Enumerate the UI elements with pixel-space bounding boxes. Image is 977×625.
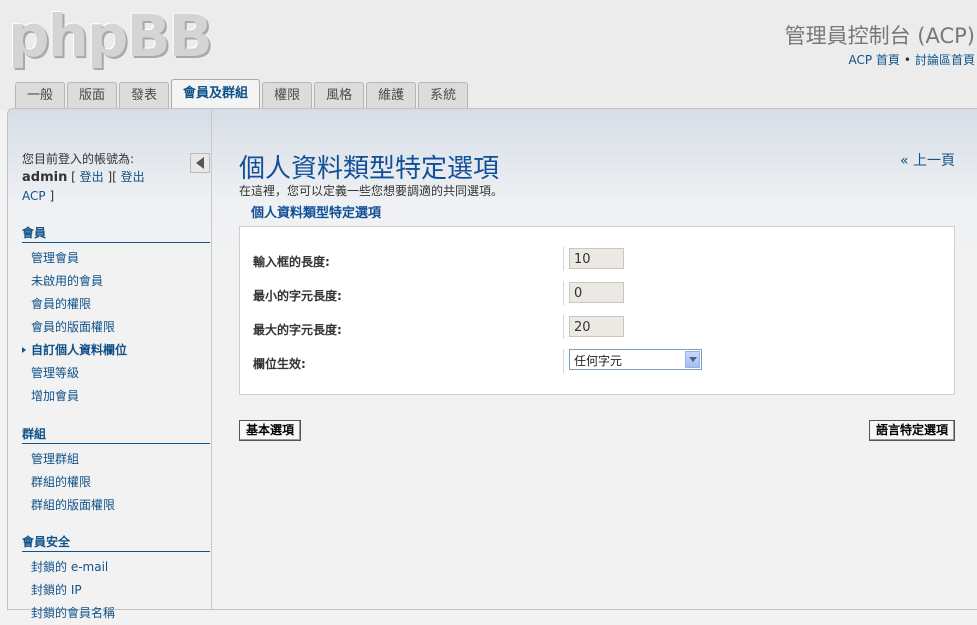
field-row-min-length: 最小的字元長度: 0: [240, 278, 954, 312]
sidebar-item-ban-usernames[interactable]: 封鎖的會員名稱: [22, 602, 210, 625]
max-length-field[interactable]: 20: [569, 316, 624, 337]
page-title: 個人資料類型特定選項: [239, 154, 500, 184]
tab-users-groups[interactable]: 會員及群組: [171, 79, 261, 108]
tab-general[interactable]: 一般: [15, 82, 66, 108]
chevron-down-icon: [688, 357, 697, 362]
sidebar-item-group-permissions[interactable]: 群組的權限: [22, 471, 210, 494]
tab-maintenance[interactable]: 維護: [366, 82, 417, 108]
field-row-input-length: 輸入框的長度: 10: [240, 244, 954, 278]
sidebar-item-user-permissions[interactable]: 會員的權限: [22, 293, 210, 316]
phpbb-logo[interactable]: phpBB: [8, 2, 213, 70]
select-dropdown-arrow[interactable]: [685, 351, 700, 368]
login-prefix: 您目前登入的帳號為:: [22, 152, 135, 166]
row-divider: [563, 281, 564, 305]
top-links: ACP 首頁 • 討論區首頁: [848, 51, 975, 68]
forum-home-link[interactable]: 討論區首頁: [915, 53, 975, 67]
sidebar-item-manage-ranks[interactable]: 管理等級: [22, 362, 210, 385]
input-length-field[interactable]: 10: [569, 248, 624, 269]
sidebar-item-custom-profile-fields[interactable]: 自訂個人資料欄位: [22, 339, 210, 362]
field-label: 輸入框的長度:: [253, 255, 330, 269]
sidebar-item-user-forum-permissions[interactable]: 會員的版面權限: [22, 316, 210, 339]
validation-select[interactable]: 任何字元: [569, 349, 702, 370]
sidebar-item-manage-users[interactable]: 管理會員: [22, 247, 210, 270]
min-length-field[interactable]: 0: [569, 282, 624, 303]
tab-system[interactable]: 系統: [418, 82, 469, 108]
username: admin: [22, 170, 68, 185]
tab-posting[interactable]: 發表: [119, 82, 170, 108]
tab-forums[interactable]: 版面: [67, 82, 118, 108]
menu-group-groups: 群組 管理群組 群組的權限 群組的版面權限: [22, 425, 210, 517]
acp-title: 管理員控制台 (ACP): [784, 24, 975, 48]
field-row-max-length: 最大的字元長度: 20: [240, 312, 954, 346]
menu-head-user-security: 會員安全: [22, 533, 210, 552]
sidebar: 您目前登入的帳號為: admin [ 登出 ][ 登出 ACP ] 會員 管理會…: [8, 109, 212, 620]
acp-home-link[interactable]: ACP 首頁: [848, 53, 899, 67]
sidebar-item-add-user[interactable]: 增加會員: [22, 385, 210, 408]
sidebar-item-ban-emails[interactable]: 封鎖的 e-mail: [22, 556, 210, 579]
main-tabs: 一般 版面 發表 會員及群組 權限 風格 維護 系統: [15, 79, 470, 108]
fieldset-legend: 個人資料類型特定選項: [243, 202, 390, 221]
header: phpBB 管理員控制台 (ACP) ACP 首頁 • 討論區首頁 一般 版面 發表…: [0, 0, 977, 110]
sidebar-item-ban-ips[interactable]: 封鎖的 IP: [22, 579, 210, 602]
menu-head-groups: 群組: [22, 425, 210, 444]
back-link[interactable]: « 上一頁: [900, 150, 955, 170]
tab-styles[interactable]: 風格: [314, 82, 365, 108]
menu-group-user-security: 會員安全 封鎖的 e-mail 封鎖的 IP 封鎖的會員名稱: [22, 533, 210, 625]
validation-select-value: 任何字元: [574, 354, 623, 368]
row-divider: [563, 247, 564, 271]
menu-head-users: 會員: [22, 224, 210, 243]
login-info: 您目前登入的帳號為: admin [ 登出 ][ 登出 ACP ]: [22, 152, 145, 203]
page-description: 在這裡，您可以定義一些您想要調適的共同選項。: [239, 184, 504, 198]
sidebar-item-manage-groups[interactable]: 管理群組: [22, 448, 210, 471]
field-label: 最小的字元長度:: [253, 289, 342, 303]
row-divider: [563, 349, 564, 373]
menu-group-users: 會員 管理會員 未啟用的會員 會員的權限 會員的版面權限 自訂個人資料欄位 管理…: [22, 224, 210, 408]
language-options-button[interactable]: 語言特定選項: [868, 420, 955, 441]
arrow-left-icon: [196, 157, 204, 169]
basic-options-button[interactable]: 基本選項: [239, 420, 302, 441]
field-row-validation: 欄位生效: 任何字元: [240, 346, 954, 380]
row-divider: [563, 315, 564, 339]
field-label: 最大的字元長度:: [253, 323, 342, 337]
sidebar-item-inactive-users[interactable]: 未啟用的會員: [22, 270, 210, 293]
link-separator: •: [903, 53, 911, 67]
main-panel: 您目前登入的帳號為: admin [ 登出 ][ 登出 ACP ] 會員 管理會…: [7, 108, 977, 620]
tab-permissions[interactable]: 權限: [262, 82, 313, 108]
collapse-sidebar-button[interactable]: [190, 153, 210, 173]
logout-link[interactable]: 登出: [80, 170, 104, 184]
field-label: 欄位生效:: [253, 357, 306, 371]
options-fieldset: 輸入框的長度: 10 最小的字元長度: 0 最大的字元長度: 20 欄位生效: …: [239, 226, 955, 395]
sidebar-item-group-forum-permissions[interactable]: 群組的版面權限: [22, 494, 210, 517]
